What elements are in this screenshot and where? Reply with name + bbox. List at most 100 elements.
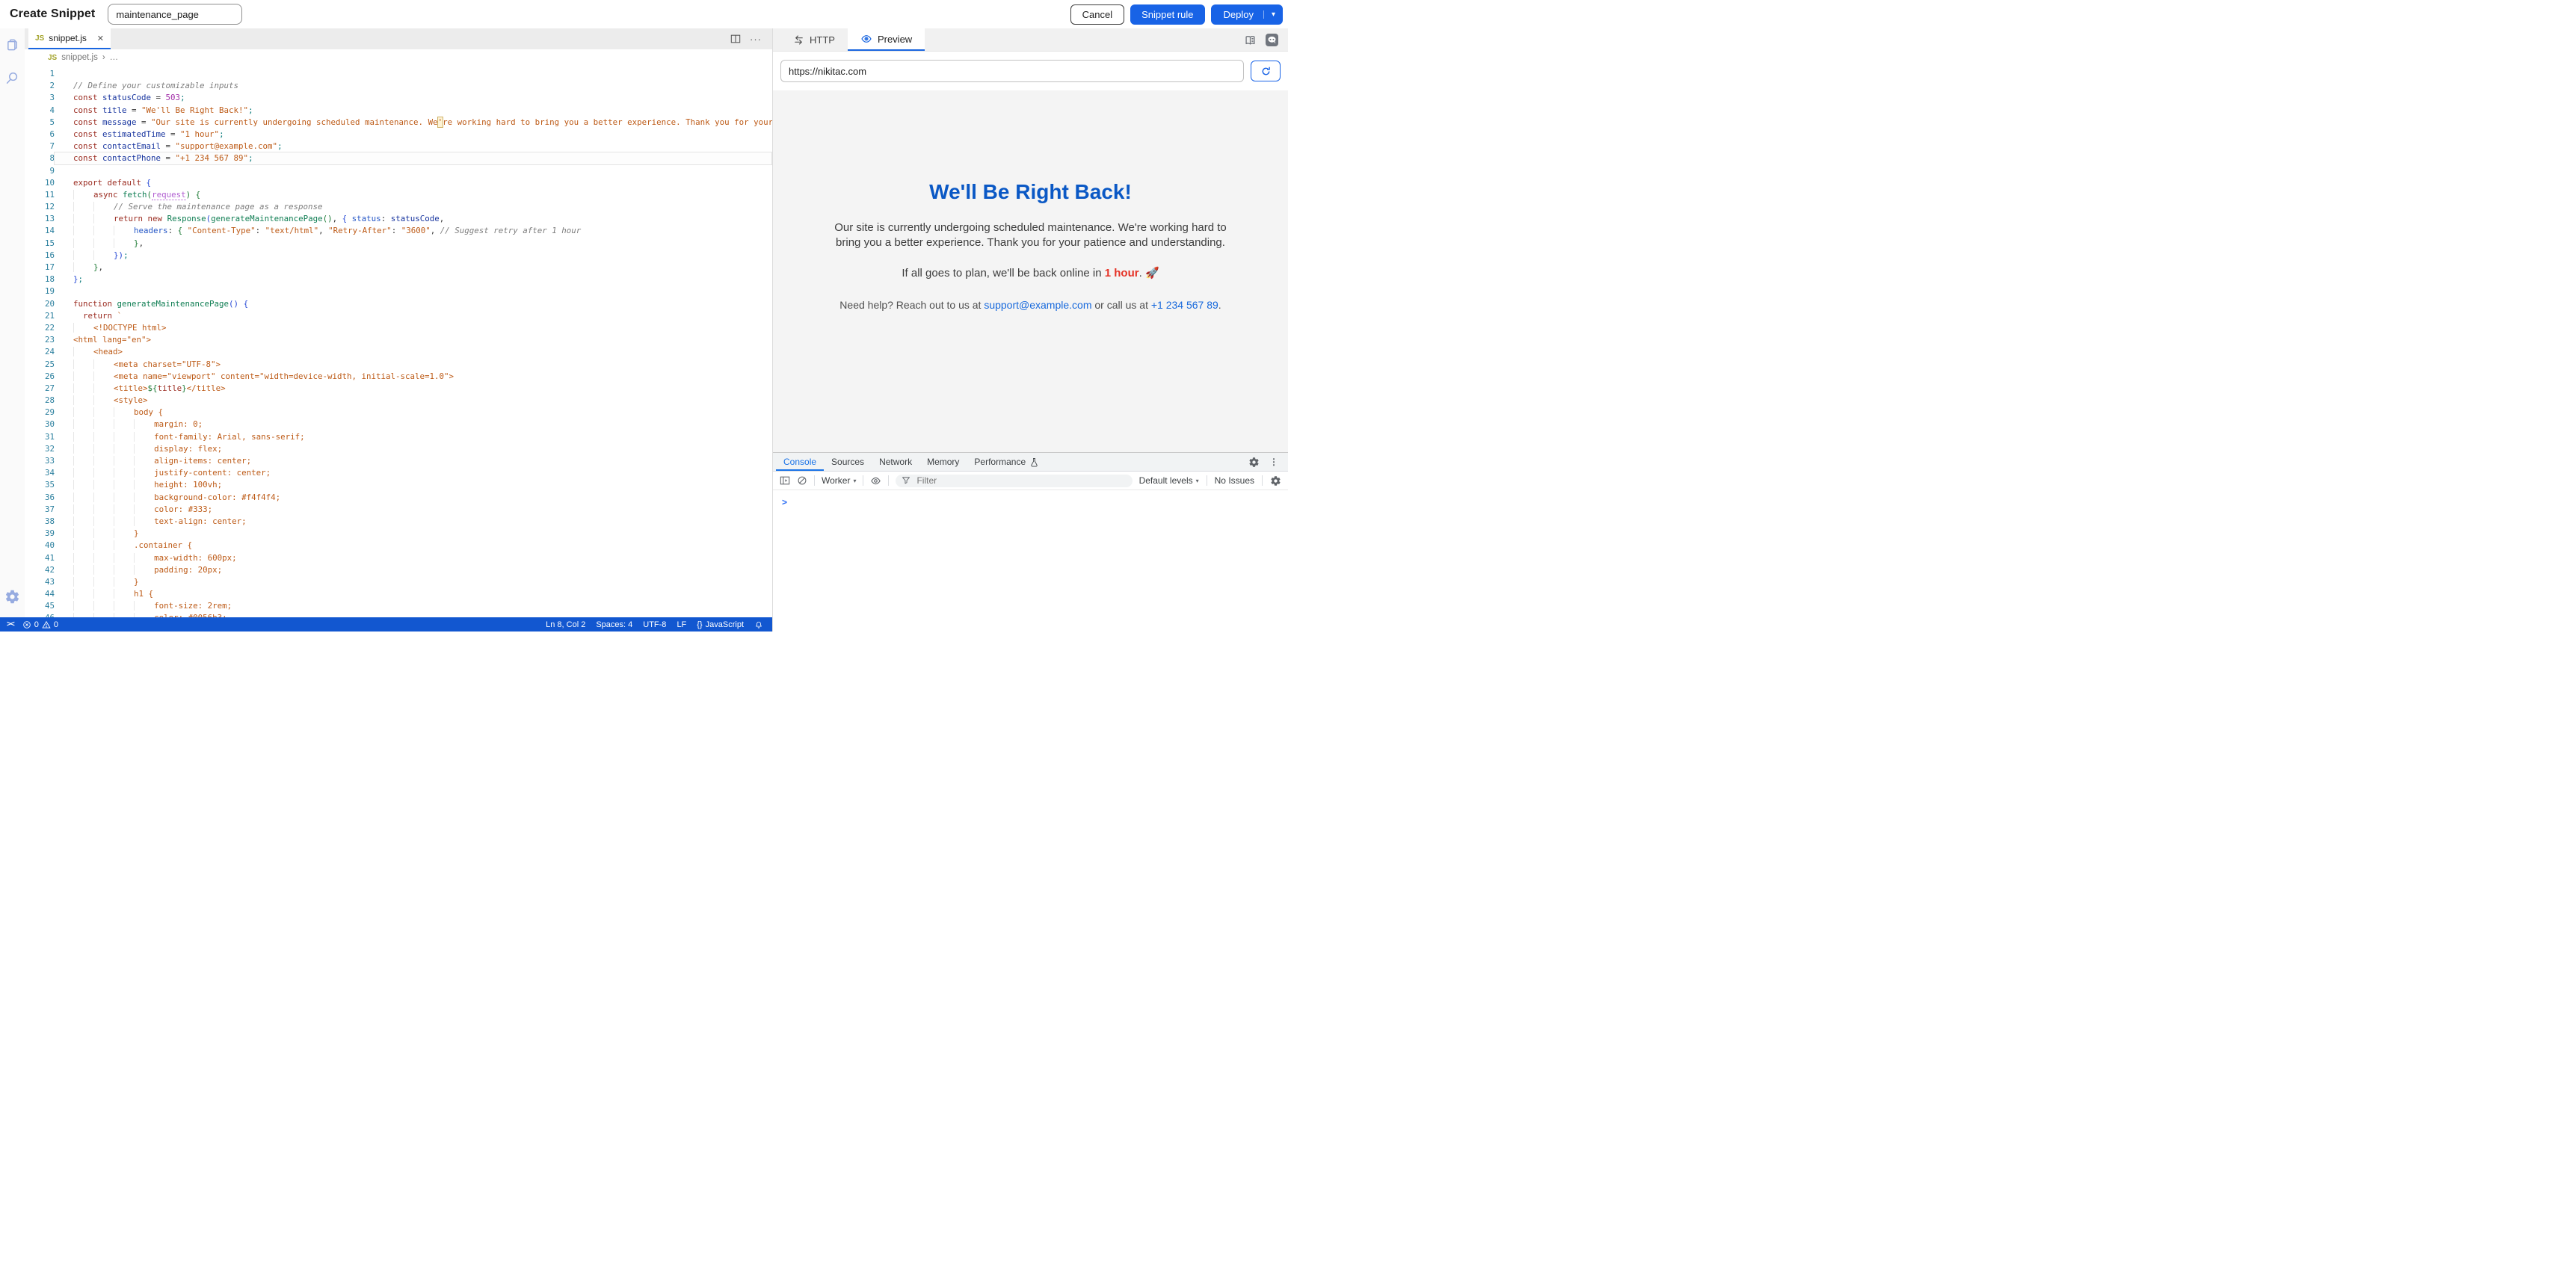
tab-label: snippet.js — [49, 33, 87, 43]
cursor-position[interactable]: Ln 8, Col 2 — [546, 620, 585, 629]
more-actions-icon[interactable]: ··· — [750, 34, 762, 45]
tab-console[interactable]: Console — [776, 453, 824, 471]
snippet-rule-button[interactable]: Snippet rule — [1130, 4, 1204, 25]
devtools-tabbar: Console Sources Network Memory Performan… — [773, 453, 1288, 472]
editor-workspace: JS snippet.js ✕ ··· JS snippet.js › … 12… — [0, 28, 772, 632]
eye-icon — [860, 33, 872, 45]
issues-counter[interactable]: No Issues — [1215, 475, 1254, 486]
breadcrumb[interactable]: JS snippet.js › … — [25, 49, 772, 66]
deploy-dropdown-button[interactable]: ▾ — [1263, 10, 1283, 19]
preview-tabbar: HTTP Preview — [773, 28, 1288, 52]
page-title: Create Snippet — [10, 7, 95, 21]
breadcrumb-file[interactable]: snippet.js — [61, 53, 98, 62]
code-editor[interactable]: 12// Define your customizable inputs3con… — [25, 66, 772, 617]
warning-count: 0 — [54, 620, 58, 629]
toolbar-divider — [888, 475, 889, 486]
phone-link[interactable]: +1 234 567 89 — [1151, 299, 1218, 311]
swap-arrows-icon — [793, 34, 804, 46]
tabbar-actions: ··· — [730, 28, 772, 49]
language-mode[interactable]: {} JavaScript — [697, 620, 744, 629]
create-snippet-window: Create Snippet Cancel Snippet rule Deplo… — [0, 0, 1288, 632]
javascript-file-icon: JS — [35, 34, 44, 43]
execution-context-select[interactable]: Worker ▾ — [822, 475, 856, 486]
help-prefix: Need help? Reach out to us at — [839, 299, 984, 311]
status-bar: >< 0 0 Ln 8, Col 2 Spaces: 4 UTF-8 LF {}… — [0, 617, 772, 632]
console-settings-gear-icon[interactable] — [1270, 475, 1281, 487]
tab-preview-label: Preview — [878, 34, 912, 45]
log-levels-select[interactable]: Default levels ▾ — [1139, 475, 1199, 486]
top-header: Create Snippet Cancel Snippet rule Deplo… — [0, 0, 1288, 28]
flask-icon — [1029, 457, 1039, 467]
tab-sources-label: Sources — [831, 457, 864, 467]
console-sidebar-toggle-icon[interactable] — [780, 475, 790, 486]
docs-book-icon[interactable] — [1244, 34, 1257, 46]
problems-indicator[interactable]: 0 0 — [22, 620, 58, 629]
search-icon[interactable] — [4, 70, 20, 86]
statusbar-right: Ln 8, Col 2 Spaces: 4 UTF-8 LF {} JavaSc… — [546, 620, 772, 629]
filter-input[interactable] — [915, 475, 1126, 487]
console-toolbar-right: Default levels ▾ No Issues — [1139, 475, 1281, 487]
tab-snippet-js[interactable]: JS snippet.js ✕ — [28, 28, 111, 49]
rocket-emoji: 🚀 — [1145, 267, 1159, 280]
refresh-button[interactable] — [1251, 61, 1281, 81]
console-prompt: > — [782, 497, 787, 507]
eta-suffix: . — [1139, 267, 1145, 280]
console-output[interactable]: > — [773, 490, 1288, 632]
toolbar-divider — [814, 475, 815, 486]
preview-panel: HTTP Preview — [772, 28, 1288, 632]
statusbar-left: >< 0 0 — [0, 620, 58, 629]
preview-url-input[interactable] — [780, 60, 1244, 82]
devtools-tabbar-actions: ⋮ — [1248, 457, 1288, 468]
console-toolbar: Worker ▾ Default levels ▾ — [773, 472, 1288, 490]
activity-bar — [0, 28, 25, 617]
tab-memory[interactable]: Memory — [919, 453, 967, 471]
maintenance-help: Need help? Reach out to us at support@ex… — [827, 299, 1234, 311]
bell-icon[interactable] — [754, 620, 763, 629]
error-count: 0 — [34, 620, 39, 629]
tab-sources[interactable]: Sources — [824, 453, 872, 471]
tab-network-label: Network — [879, 457, 912, 467]
discord-icon[interactable] — [1266, 34, 1278, 46]
settings-gear-icon[interactable] — [4, 589, 20, 605]
tab-performance[interactable]: Performance — [967, 453, 1047, 471]
remote-indicator-icon[interactable]: >< — [7, 620, 14, 629]
devtools-settings-gear-icon[interactable] — [1248, 457, 1260, 468]
eta-value: 1 hour — [1105, 267, 1139, 280]
tab-preview[interactable]: Preview — [848, 28, 925, 51]
deploy-button[interactable]: Deploy ▾ — [1211, 4, 1283, 25]
deploy-button-label[interactable]: Deploy — [1211, 9, 1263, 20]
files-icon[interactable] — [4, 37, 20, 53]
maintenance-page: We'll Be Right Back! Our site is current… — [827, 180, 1234, 311]
tab-http[interactable]: HTTP — [780, 28, 848, 51]
chevron-down-icon: ▾ — [853, 478, 856, 484]
funnel-icon — [902, 476, 910, 485]
javascript-file-icon: JS — [48, 54, 57, 62]
kebab-menu-icon[interactable]: ⋮ — [1269, 457, 1278, 467]
header-actions: Cancel Snippet rule Deploy ▾ — [1070, 4, 1288, 25]
eta-prefix: If all goes to plan, we'll be back onlin… — [902, 267, 1104, 280]
clear-console-icon[interactable] — [797, 475, 807, 486]
split-editor-icon[interactable] — [730, 34, 741, 44]
console-filter[interactable] — [896, 475, 1132, 487]
eol-sequence[interactable]: LF — [677, 620, 686, 629]
cancel-button[interactable]: Cancel — [1070, 4, 1124, 25]
breadcrumb-more[interactable]: … — [110, 53, 119, 62]
chevron-down-icon: ▾ — [1196, 478, 1199, 484]
toolbar-divider — [1262, 475, 1263, 486]
close-icon[interactable]: ✕ — [97, 34, 104, 43]
encoding[interactable]: UTF-8 — [643, 620, 666, 629]
preview-viewport: We'll Be Right Back! Our site is current… — [773, 90, 1288, 452]
live-expression-eye-icon[interactable] — [870, 475, 881, 487]
tab-network[interactable]: Network — [872, 453, 919, 471]
indentation[interactable]: Spaces: 4 — [596, 620, 632, 629]
chevron-down-icon: ▾ — [1272, 10, 1275, 19]
maintenance-title: We'll Be Right Back! — [827, 180, 1234, 204]
maintenance-eta: If all goes to plan, we'll be back onlin… — [827, 266, 1234, 280]
editor-tabbar: JS snippet.js ✕ ··· — [25, 28, 772, 49]
log-levels-label: Default levels — [1139, 475, 1193, 486]
error-icon — [22, 620, 31, 629]
snippet-name-input[interactable] — [108, 4, 242, 25]
support-email-link[interactable]: support@example.com — [984, 299, 1091, 311]
maintenance-message: Our site is currently undergoing schedul… — [834, 220, 1227, 250]
code-lines: 12// Define your customizable inputs3con… — [25, 68, 772, 617]
